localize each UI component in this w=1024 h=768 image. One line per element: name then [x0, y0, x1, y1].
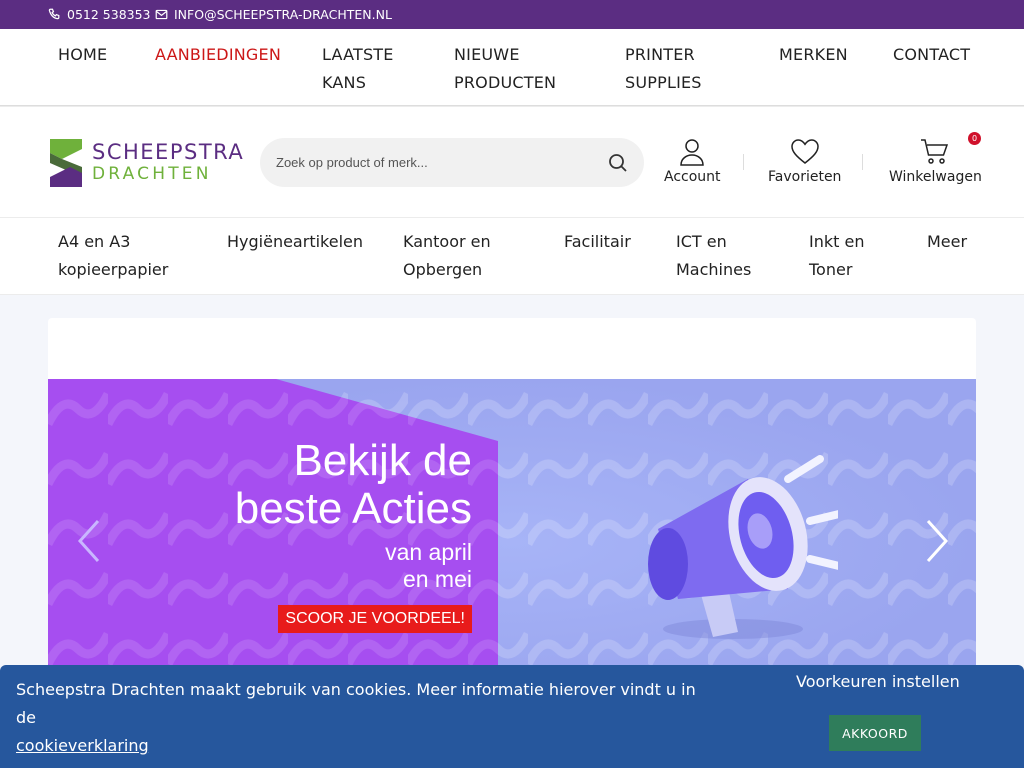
mail-icon [155, 9, 168, 20]
cart-icon [921, 139, 949, 164]
category-hygiene[interactable]: Hygiëneartikelen [227, 228, 363, 256]
logo-mark-icon [50, 139, 82, 187]
search-input[interactable] [276, 155, 608, 170]
nav-aanbiedingen[interactable]: AANBIEDINGEN [155, 41, 281, 69]
category-more[interactable]: Meer [927, 228, 967, 256]
promo-headline-1: Bekijk de [293, 436, 472, 485]
logo-text-secondary: DRACHTEN [92, 164, 212, 184]
cart-label: Winkelwagen [889, 169, 982, 185]
site-header: SCHEEPSTRA DRACHTEN Account Favorieten W… [0, 107, 1024, 218]
email-address: INFO@SCHEEPSTRA-DRACHTEN.NL [174, 7, 392, 22]
cookie-message-text: Scheepstra Drachten maakt gebruik van co… [16, 680, 696, 727]
user-icon [680, 139, 705, 166]
account-label: Account [664, 169, 721, 185]
promo-text: Bekijk de beste Acties van april en mei … [48, 437, 472, 637]
promo-banner[interactable]: Bekijk de beste Acties van april en mei … [48, 379, 976, 705]
promo-cta[interactable]: SCOOR JE VOORDEEL! [278, 605, 472, 633]
nav-laatste-kans[interactable]: LAATSTE KANS [322, 41, 412, 97]
favorites-button[interactable]: Favorieten [768, 137, 841, 185]
site-logo[interactable]: SCHEEPSTRA DRACHTEN [48, 135, 248, 191]
nav-nieuwe-producten[interactable]: NIEUWE PRODUCTEN [454, 41, 564, 97]
divider [862, 154, 863, 170]
divider [743, 154, 744, 170]
category-office[interactable]: Kantoor en Opbergen [403, 228, 513, 284]
heart-icon [790, 139, 819, 164]
promo-subline-1: van april [385, 539, 472, 565]
category-facilitair[interactable]: Facilitair [564, 228, 631, 256]
favorites-label: Favorieten [768, 169, 842, 185]
category-a4-a3-paper[interactable]: A4 en A3 kopieerpapier [58, 228, 178, 284]
category-ink-toner[interactable]: Inkt en Toner [809, 228, 889, 284]
promo-subline-2: en mei [402, 566, 472, 592]
chevron-right-icon [926, 519, 949, 563]
search-icon[interactable] [608, 153, 628, 173]
nav-home[interactable]: HOME [58, 41, 107, 69]
megaphone-icon [648, 455, 838, 639]
email-contact[interactable]: INFO@SCHEEPSTRA-DRACHTEN.NL [155, 0, 392, 29]
slider-prev-button[interactable] [74, 511, 104, 571]
cookie-preferences-button[interactable]: Voorkeuren instellen [796, 670, 960, 694]
category-navigation: A4 en A3 kopieerpapier Hygiëneartikelen … [0, 218, 1024, 295]
phone-number: 0512 538353 [67, 7, 151, 22]
cart-button[interactable]: Winkelwagen [889, 137, 982, 185]
search-bar [260, 138, 644, 187]
slider-next-button[interactable] [922, 511, 952, 571]
main-navigation: HOME AANBIEDINGEN LAATSTE KANS NIEUWE PR… [0, 29, 1024, 107]
account-button[interactable]: Account [664, 137, 721, 185]
top-contact-bar: 0512 538353 INFO@SCHEEPSTRA-DRACHTEN.NL [0, 0, 1024, 29]
cookie-policy-link[interactable]: cookieverklaring [16, 736, 149, 755]
cookie-accept-button[interactable]: AKKOORD [829, 715, 921, 751]
promo-headline-2: beste Acties [234, 484, 472, 533]
category-ict-machines[interactable]: ICT en Machines [676, 228, 766, 284]
phone-icon [48, 8, 60, 20]
chevron-left-icon [77, 519, 100, 563]
cookie-message: Scheepstra Drachten maakt gebruik van co… [16, 676, 716, 760]
phone-contact[interactable]: 0512 538353 [48, 0, 151, 29]
nav-contact[interactable]: CONTACT [893, 41, 970, 69]
logo-text-primary: SCHEEPSTRA [92, 140, 245, 164]
nav-printer-supplies[interactable]: PRINTER SUPPLIES [625, 41, 735, 97]
cookie-consent-bar: Scheepstra Drachten maakt gebruik van co… [0, 665, 1024, 768]
cart-count-badge: 0 [968, 132, 981, 145]
nav-merken[interactable]: MERKEN [779, 41, 848, 69]
